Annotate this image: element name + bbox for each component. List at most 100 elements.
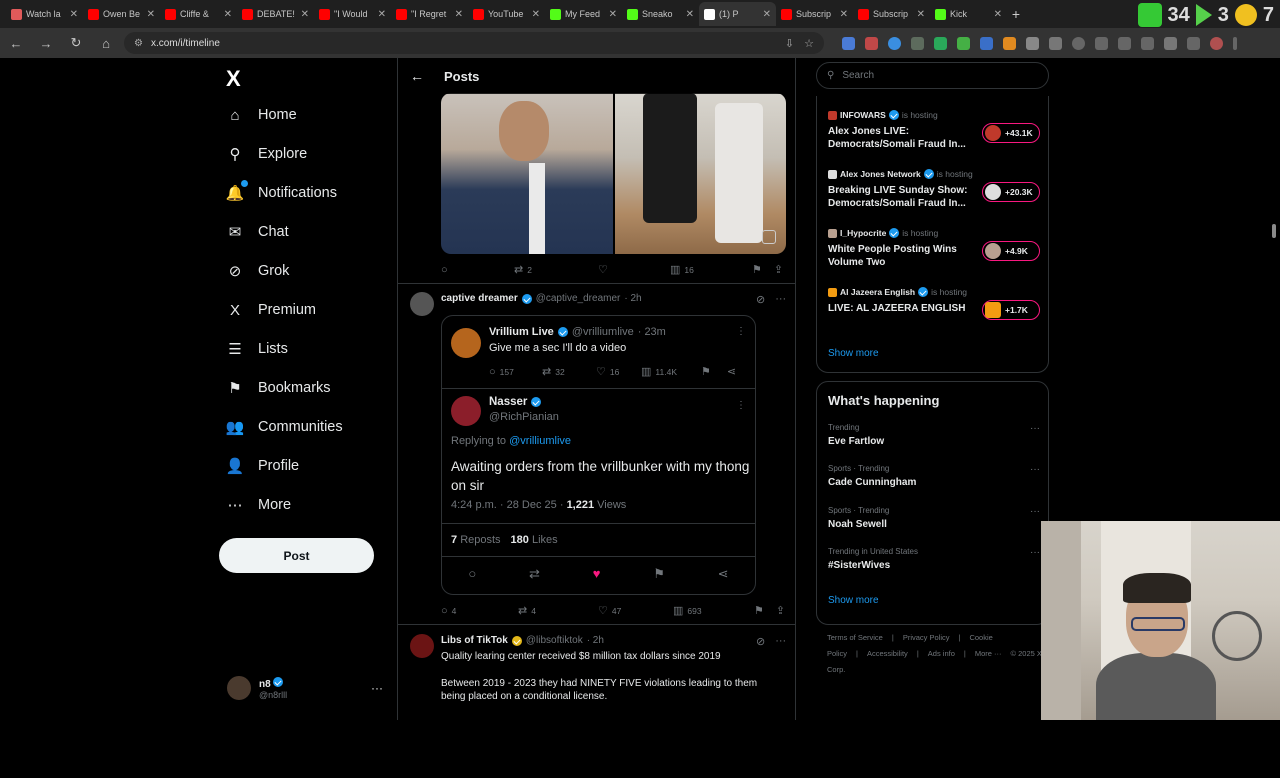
back-arrow-icon[interactable]: ← (8, 36, 24, 51)
emoji-icon[interactable] (1234, 4, 1257, 26)
views-button[interactable]: ▥ 11.4K (641, 365, 701, 378)
close-icon[interactable]: ✕ (301, 9, 309, 20)
close-icon[interactable]: ✕ (917, 9, 925, 20)
browser-tab[interactable]: Subscrip ✕ (853, 2, 930, 26)
photo[interactable] (441, 93, 613, 254)
browser-tab[interactable]: Kick ✕ (930, 2, 1007, 26)
browser-tab[interactable]: "I Regret ✕ (391, 2, 468, 26)
reply-button[interactable]: ○ (441, 264, 514, 276)
close-icon[interactable]: ✕ (70, 9, 78, 20)
browser-tab[interactable]: "I Would ✕ (314, 2, 391, 26)
post-time[interactable]: · 23m (638, 326, 666, 338)
close-icon[interactable]: ✕ (763, 9, 771, 20)
install-icon[interactable]: ⇩ (785, 37, 794, 50)
kick-extension-icon[interactable] (1137, 3, 1162, 27)
cast-icon[interactable] (1187, 36, 1200, 50)
trend-item[interactable]: Sports · Trending Noah Sewell ··· (828, 506, 1040, 530)
author-handle[interactable]: @captive_dreamer (536, 293, 621, 304)
live-space-item[interactable]: Alex Jones Network is hosting Breaking LIV… (828, 169, 1040, 210)
post-time[interactable]: · 2h (587, 635, 604, 646)
footer-link[interactable]: Terms of Service (827, 633, 883, 642)
close-icon[interactable]: ✕ (532, 9, 540, 20)
browser-tab[interactable]: Sneako ✕ (622, 2, 699, 26)
avatar[interactable] (410, 292, 434, 316)
show-more-link[interactable]: Show more (828, 348, 879, 359)
close-icon[interactable]: ✕ (686, 9, 694, 20)
like-button[interactable]: ♡ 16 (596, 365, 641, 378)
more-dots-icon[interactable]: ··· (371, 681, 383, 695)
reposts-stat[interactable]: 7 Reposts (451, 534, 501, 546)
nav-item-bookmarks[interactable]: ⚑ Bookmarks (226, 379, 330, 397)
nav-item-grok[interactable]: ⊘ Grok (226, 262, 290, 280)
trend-item[interactable]: Trending Eve Fartlow ··· (828, 423, 1040, 447)
post-button[interactable]: Post (219, 538, 374, 573)
nav-item-notifications[interactable]: 🔔 Notifications (226, 179, 337, 202)
reply-timestamp[interactable]: 4:24 p.m. · 28 Dec 25 · (451, 499, 564, 511)
play-icon[interactable] (1195, 4, 1212, 26)
author-name[interactable]: Libs of TikTok (441, 635, 508, 646)
browser-tab[interactable]: DEBATE! ✕ (237, 2, 314, 26)
repost-button[interactable]: ⇄ 32 (542, 365, 596, 378)
nav-item-home[interactable]: ⌂ Home (226, 106, 296, 124)
menu-icon[interactable] (1233, 36, 1237, 50)
more-dots-icon[interactable]: ⋮ (736, 400, 746, 411)
views-button[interactable]: ▥ 16 (670, 263, 752, 276)
sidebar-icon[interactable] (1141, 36, 1154, 50)
listener-count-pill[interactable]: +43.1K (982, 123, 1040, 143)
post-media[interactable] (441, 93, 786, 254)
nav-item-chat[interactable]: ✉ Chat (226, 223, 289, 241)
back-arrow-icon[interactable]: ← (410, 68, 424, 84)
extension-icon[interactable] (1003, 36, 1016, 50)
nav-item-lists[interactable]: ☰ Lists (226, 340, 288, 358)
site-info-icon[interactable]: ⚙ (134, 38, 143, 49)
more-dots-icon[interactable]: ··· (1030, 464, 1040, 475)
listener-count-pill[interactable]: +20.3K (982, 182, 1040, 202)
repost-button[interactable]: ⇄ 2 (514, 263, 598, 276)
repost-button[interactable]: ⇄ 4 (518, 604, 598, 617)
avatar[interactable] (410, 634, 434, 658)
quoted-thread[interactable]: Vrillium Live @vrilliumlive · 23m ⋮ Give… (441, 315, 756, 595)
browser-tab[interactable]: Watch la ✕ (6, 2, 83, 26)
extension-icon[interactable] (1026, 36, 1039, 50)
close-icon[interactable]: ✕ (455, 9, 463, 20)
extension-icon[interactable] (842, 36, 855, 50)
nav-item-profile[interactable]: 👤 Profile (226, 457, 299, 475)
live-space-item[interactable]: INFOWARS is hosting Alex Jones LIVE: Democ… (828, 110, 1040, 151)
nav-item-premium[interactable]: X Premium (226, 301, 316, 319)
profile-avatar[interactable] (1210, 36, 1223, 50)
browser-tab[interactable]: Owen Be ✕ (83, 2, 160, 26)
close-icon[interactable]: ✕ (147, 9, 155, 20)
bookmark-star-icon[interactable]: ☆ (804, 37, 814, 50)
extension-icon[interactable] (1095, 36, 1108, 50)
bookmark-icon[interactable]: ⚑ (653, 566, 665, 582)
heart-filled-icon[interactable]: ♥ (593, 566, 601, 582)
more-dots-icon[interactable]: ··· (1030, 506, 1040, 517)
extension-icon[interactable] (980, 36, 993, 50)
more-dots-icon[interactable]: ··· (1030, 423, 1040, 434)
code-icon[interactable] (1118, 36, 1131, 50)
author-name[interactable]: Nasser (489, 396, 527, 408)
author-handle[interactable]: @RichPianian (489, 411, 559, 423)
likes-stat[interactable]: 180 Likes (511, 534, 558, 546)
repost-icon[interactable]: ⇄ (529, 566, 540, 582)
x-logo-icon[interactable]: X (226, 66, 241, 92)
author-name[interactable]: captive dreamer (441, 293, 518, 304)
new-tab-button[interactable]: + (1007, 4, 1025, 24)
trend-item[interactable]: Trending in United States #SisterWives ··· (828, 547, 1040, 571)
reply-button[interactable]: ○ 4 (441, 605, 518, 617)
browser-tab[interactable]: Cliffe & ✕ (160, 2, 237, 26)
browser-tab[interactable]: (1) P ✕ (699, 2, 776, 26)
listener-count-pill[interactable]: +1.7K (982, 300, 1040, 320)
extension-icon[interactable] (911, 36, 924, 50)
views-button[interactable]: ▥ 693 (673, 604, 754, 617)
reply-icon[interactable]: ○ (468, 566, 476, 582)
home-browser-icon[interactable]: ⌂ (98, 36, 114, 51)
close-icon[interactable]: ✕ (378, 9, 386, 20)
more-dots-icon[interactable]: ⋮ (736, 326, 746, 337)
address-bar[interactable]: ⚙ x.com/i/timeline ⇩ ☆ (124, 32, 824, 54)
replying-to-link[interactable]: @vrilliumlive (509, 435, 571, 447)
footer-link[interactable]: Ads info (928, 649, 955, 658)
puzzle-icon[interactable] (1049, 36, 1062, 50)
extension-icon[interactable] (865, 36, 878, 50)
live-space-item[interactable]: I_Hypocrite is hosting White People Postin… (828, 228, 1040, 269)
